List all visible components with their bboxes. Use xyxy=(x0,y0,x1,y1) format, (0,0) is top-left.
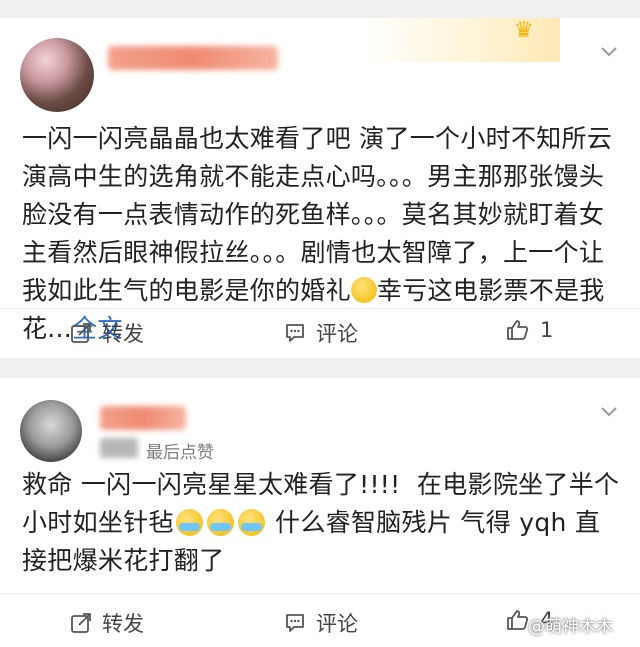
crying-emoji-icon xyxy=(237,509,265,536)
avatar[interactable] xyxy=(20,38,94,112)
comment-label: 评论 xyxy=(316,612,358,636)
crying-emoji-icon xyxy=(175,509,203,536)
smile-emoji-icon xyxy=(350,277,377,303)
username-blurred[interactable] xyxy=(108,46,278,70)
divider xyxy=(0,308,640,309)
chevron-down-icon[interactable] xyxy=(600,402,618,420)
repost-label: 转发 xyxy=(102,612,144,636)
crown-icon: ♛ xyxy=(514,18,534,43)
weibo-post-card: 最后点赞 救命 一闪一闪亮星星太难看了!!!! 在电影院坐了半个小时如坐针毡 什… xyxy=(0,378,640,647)
divider xyxy=(0,593,640,594)
username-blurred[interactable] xyxy=(100,406,186,430)
chevron-down-icon[interactable] xyxy=(600,42,618,60)
watermark: @萌神木木 xyxy=(528,617,613,637)
like-count: 1 xyxy=(540,318,554,342)
comment-button[interactable]: 评论 xyxy=(284,318,358,348)
post-time-blurred xyxy=(100,438,138,458)
comment-button[interactable]: 评论 xyxy=(284,608,358,638)
thumbs-up-icon xyxy=(507,610,529,630)
post-content: 救命 一闪一闪亮星星太难看了!!!! 在电影院坐了半个小时如坐针毡 什么睿智脑残… xyxy=(22,466,624,580)
weibo-post-card: ♛ 一闪一闪亮晶晶也太难看了吧 演了一个小时不知所云演高中生的选角就不能走点心吗… xyxy=(0,18,640,358)
post-meta: 最后点赞 xyxy=(146,443,214,463)
comment-icon xyxy=(286,324,304,342)
repost-icon xyxy=(71,323,91,343)
thumbs-up-icon xyxy=(507,320,529,340)
repost-icon xyxy=(71,613,91,633)
repost-label: 转发 xyxy=(102,322,144,346)
avatar[interactable] xyxy=(20,400,82,462)
repost-button[interactable]: 转发 xyxy=(70,608,144,638)
repost-button[interactable]: 转发 xyxy=(70,318,144,348)
crying-emoji-icon xyxy=(206,509,234,536)
like-button[interactable]: 1 xyxy=(506,318,553,342)
comment-label: 评论 xyxy=(316,322,358,346)
post-content: 一闪一闪亮晶晶也太难看了吧 演了一个小时不知所云演高中生的选角就不能走点心吗。。… xyxy=(22,120,624,348)
comment-icon xyxy=(286,614,304,632)
